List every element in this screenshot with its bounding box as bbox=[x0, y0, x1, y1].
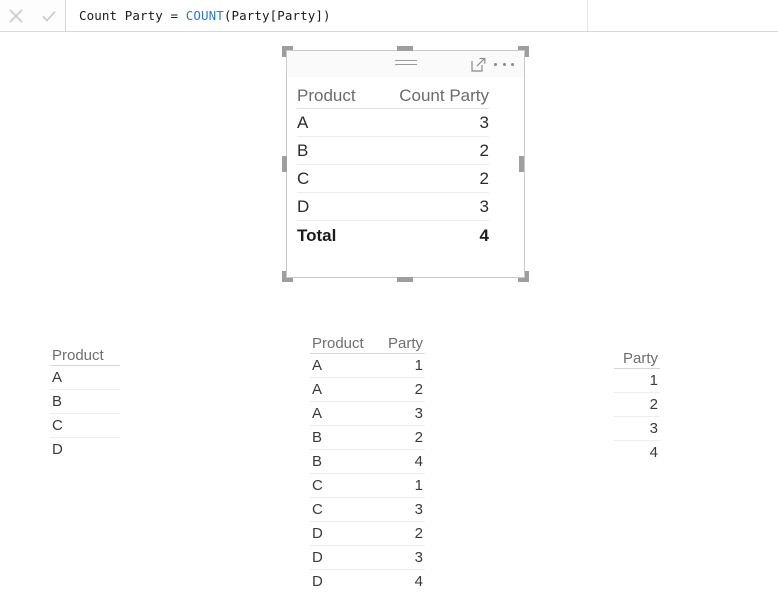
table-row: 3 bbox=[614, 416, 660, 441]
cell-count: 2 bbox=[372, 164, 489, 193]
party-table: Party 1 2 3 4 bbox=[614, 343, 660, 464]
table-row: D 3 bbox=[310, 545, 425, 570]
cell-party: 2 bbox=[369, 521, 425, 546]
equals-sign: = bbox=[162, 8, 186, 23]
column-header-product: Product bbox=[50, 340, 120, 366]
cell-product: A bbox=[310, 377, 369, 402]
formula-bar-actions bbox=[0, 0, 66, 31]
column-header-product: Product bbox=[310, 328, 369, 354]
cell-product: A bbox=[297, 108, 373, 137]
cell-party: 2 bbox=[614, 392, 660, 417]
cell-party: 3 bbox=[369, 545, 425, 570]
table-row: B 4 bbox=[310, 449, 425, 474]
visual-header bbox=[287, 51, 524, 77]
table-row: D 2 bbox=[310, 521, 425, 546]
cell-product: A bbox=[310, 401, 369, 426]
more-options-icon[interactable] bbox=[494, 56, 514, 72]
column-header-party: Party bbox=[369, 328, 425, 354]
cell-product: B bbox=[297, 136, 373, 165]
cell-party: 4 bbox=[414, 573, 423, 590]
table-header-row: Product Party bbox=[310, 328, 425, 354]
cell-product: D bbox=[52, 441, 63, 458]
table-row: 2 bbox=[614, 392, 660, 417]
cell-product: B bbox=[50, 389, 120, 414]
resize-handle-bottom-left[interactable] bbox=[282, 271, 293, 282]
table-row: D 4 bbox=[310, 570, 425, 594]
table-total-row: Total 4 bbox=[297, 220, 489, 250]
cell-party: 3 bbox=[369, 497, 425, 522]
cell-party: 4 bbox=[649, 444, 658, 461]
cell-party: 2 bbox=[369, 425, 425, 450]
table-row: C 3 bbox=[310, 497, 425, 522]
resize-handle-middle-left[interactable] bbox=[282, 156, 287, 172]
focus-mode-icon[interactable] bbox=[471, 57, 486, 72]
cell-product: B bbox=[310, 449, 369, 474]
cell-product: A bbox=[310, 353, 369, 378]
cell-product: C bbox=[50, 413, 120, 438]
formula-expression: Count Party = COUNT(Party[Party]) bbox=[67, 8, 331, 23]
cell-product: B bbox=[310, 425, 369, 450]
function-keyword: COUNT bbox=[185, 8, 224, 23]
table-row: B bbox=[50, 389, 120, 414]
table-row[interactable]: D 3 bbox=[297, 192, 489, 221]
table-row: 1 bbox=[614, 368, 660, 393]
table-row[interactable]: B 2 bbox=[297, 136, 489, 165]
cell-product: D bbox=[310, 521, 369, 546]
table-visual[interactable]: Product Count Party A 3 B 2 C 2 D 3 Tota… bbox=[286, 50, 525, 278]
resize-handle-top-left[interactable] bbox=[282, 46, 293, 57]
cell-party: 1 bbox=[369, 473, 425, 498]
visual-data-table: Product Count Party A 3 B 2 C 2 D 3 Tota… bbox=[297, 77, 489, 250]
column-header-party: Party bbox=[614, 343, 660, 369]
visual-table-header-row: Product Count Party bbox=[297, 77, 489, 109]
resize-handle-top-center[interactable] bbox=[397, 46, 413, 51]
product-party-table: Product Party A 1 A 2 A 3 B 2 B 4 C 1 C … bbox=[310, 328, 425, 593]
measure-name: Count Party bbox=[79, 8, 163, 23]
product-table: Product A B C D bbox=[50, 340, 120, 461]
table-row: D bbox=[50, 438, 120, 462]
cell-party: 1 bbox=[614, 368, 660, 393]
cell-product: A bbox=[50, 365, 120, 390]
resize-handle-top-right[interactable] bbox=[518, 46, 529, 57]
table-row: B 2 bbox=[310, 425, 425, 450]
cell-product: D bbox=[312, 573, 323, 590]
cell-party: 4 bbox=[369, 449, 425, 474]
check-icon[interactable] bbox=[40, 7, 58, 25]
cell-count: 2 bbox=[372, 136, 489, 165]
cell-product: D bbox=[310, 545, 369, 570]
table-row: A 1 bbox=[310, 353, 425, 378]
table-row: 4 bbox=[614, 441, 660, 465]
total-label: Total bbox=[297, 220, 373, 250]
formula-bar: Count Party = COUNT(Party[Party]) bbox=[0, 0, 778, 32]
cell-product: C bbox=[310, 473, 369, 498]
function-arguments: (Party[Party]) bbox=[223, 8, 331, 23]
table-row[interactable]: A 3 bbox=[297, 108, 489, 137]
cell-party: 1 bbox=[369, 353, 425, 378]
visual-column-header-count-party[interactable]: Count Party bbox=[372, 77, 489, 109]
cell-product: C bbox=[310, 497, 369, 522]
cell-product: C bbox=[297, 164, 373, 193]
table-header-row: Party bbox=[614, 343, 660, 369]
cell-product: D bbox=[297, 192, 373, 221]
table-header-row: Product bbox=[50, 340, 120, 366]
table-row: C 1 bbox=[310, 473, 425, 498]
cell-count: 3 bbox=[372, 192, 489, 221]
table-row: A bbox=[50, 365, 120, 390]
visual-column-header-product[interactable]: Product bbox=[297, 77, 373, 109]
total-value: 4 bbox=[372, 220, 489, 250]
cell-party: 3 bbox=[614, 416, 660, 441]
table-row: C bbox=[50, 413, 120, 438]
cell-count: 3 bbox=[372, 108, 489, 137]
close-icon[interactable] bbox=[7, 7, 25, 25]
resize-handle-middle-right[interactable] bbox=[519, 156, 524, 172]
cell-party: 2 bbox=[369, 377, 425, 402]
table-row: A 3 bbox=[310, 401, 425, 426]
formula-input[interactable]: Count Party = COUNT(Party[Party]) bbox=[66, 0, 778, 31]
resize-handle-bottom-right[interactable] bbox=[518, 271, 529, 282]
table-row: A 2 bbox=[310, 377, 425, 402]
resize-handle-bottom-center[interactable] bbox=[397, 277, 413, 282]
drag-handle-icon[interactable] bbox=[395, 60, 417, 68]
report-canvas[interactable]: Product Count Party A 3 B 2 C 2 D 3 Tota… bbox=[0, 33, 778, 610]
table-row[interactable]: C 2 bbox=[297, 164, 489, 193]
cell-party: 3 bbox=[369, 401, 425, 426]
